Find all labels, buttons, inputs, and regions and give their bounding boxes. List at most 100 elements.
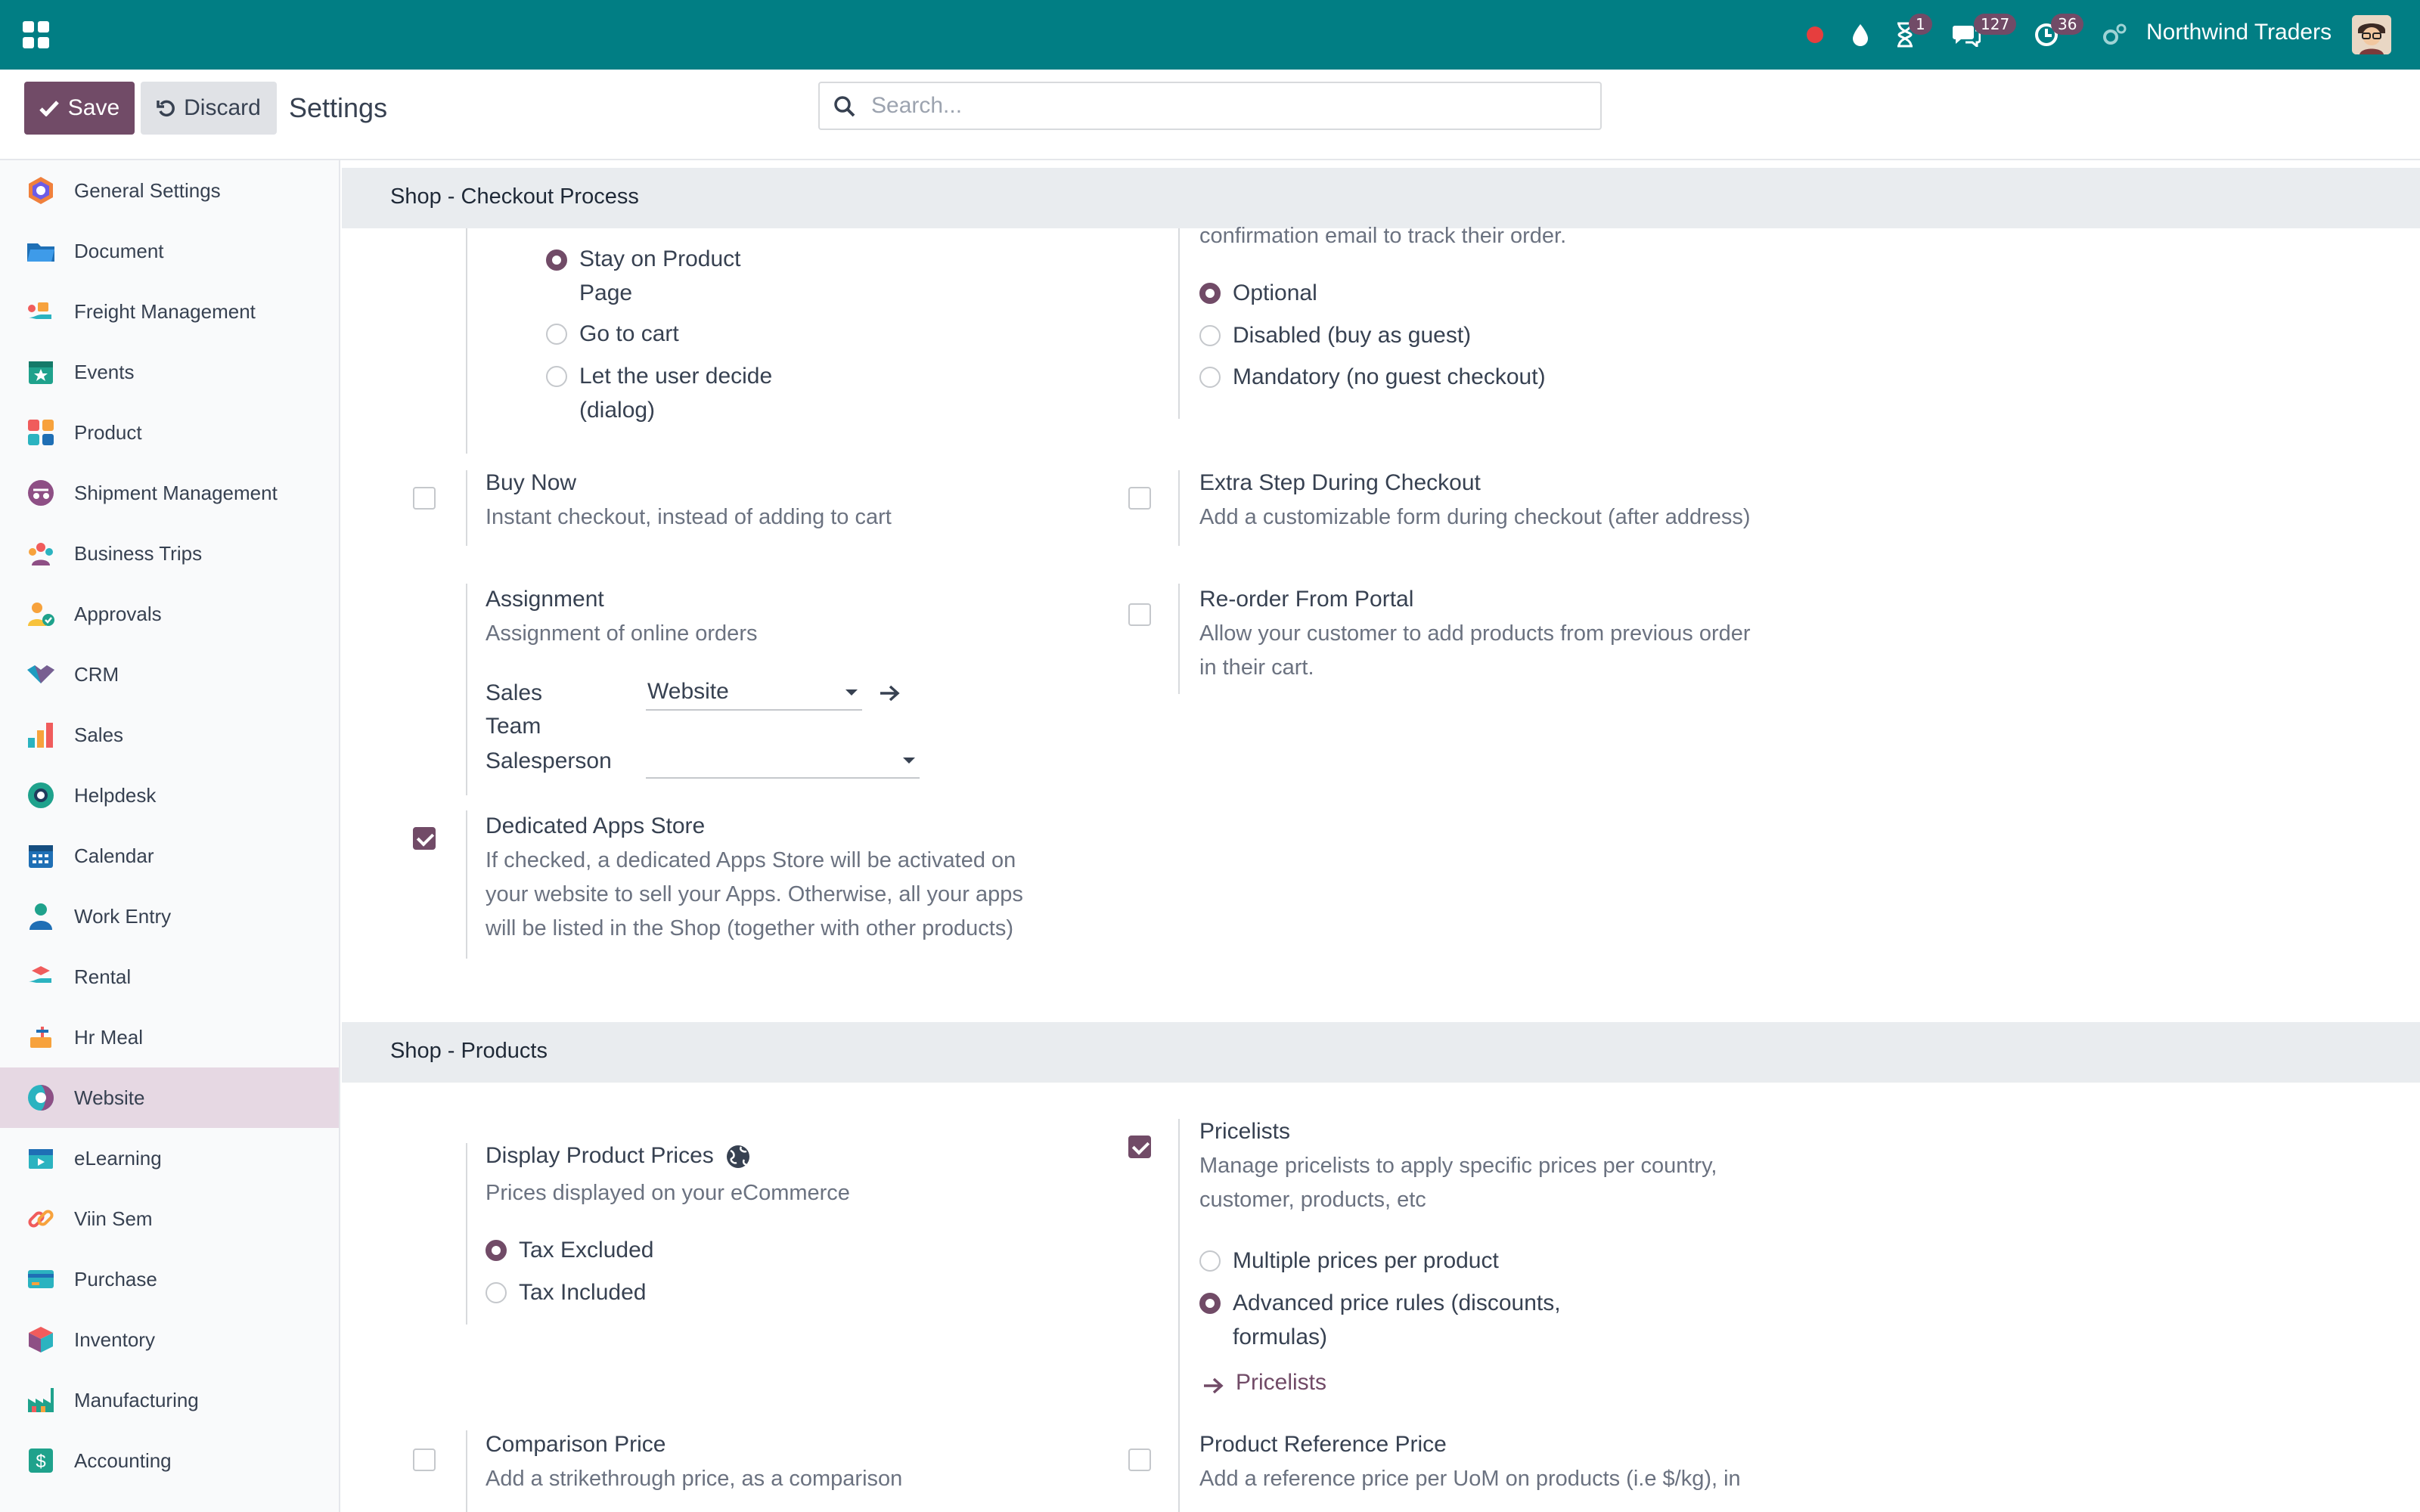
- divider: [466, 470, 467, 546]
- extra-step-description: Add a customizable form during checkout …: [1199, 505, 1751, 529]
- sidebar-item-document[interactable]: Document: [0, 221, 339, 281]
- sidebar-item-calendar[interactable]: Calendar: [0, 826, 339, 886]
- divider: [1178, 1119, 1180, 1512]
- search-input[interactable]: [871, 83, 1582, 129]
- approval-icon: [28, 603, 54, 626]
- reference-price-checkbox[interactable]: [1128, 1448, 1151, 1471]
- company-name[interactable]: Northwind Traders: [2146, 20, 2332, 45]
- divider: [466, 584, 467, 795]
- display-prices-description: Prices displayed on your eCommerce: [486, 1181, 850, 1205]
- buy-now-title: Buy Now: [486, 470, 577, 495]
- accounting-icon: $: [29, 1448, 53, 1473]
- sidebar-item-viin-sem[interactable]: Viin Sem: [0, 1188, 339, 1249]
- sidebar-item-rental[interactable]: Rental: [0, 947, 339, 1007]
- sidebar-item-events[interactable]: Events: [0, 342, 339, 402]
- sidebar-item-accounting[interactable]: $ Accounting: [0, 1430, 339, 1491]
- gears-icon[interactable]: [2099, 18, 2130, 51]
- messages-icon[interactable]: 127: [1951, 14, 2017, 51]
- comparison-price-title: Comparison Price: [486, 1432, 666, 1457]
- sidebar-item-elearning[interactable]: eLearning: [0, 1128, 339, 1188]
- sidebar-item-shipment-management[interactable]: Shipment Management: [0, 463, 339, 523]
- reference-price-title: Product Reference Price: [1199, 1432, 1447, 1457]
- sidebar-item-crm[interactable]: CRM: [0, 644, 339, 705]
- reorder-description: Allow your customer to add products from…: [1199, 621, 1751, 646]
- option-label: Tax Included: [519, 1280, 647, 1305]
- drop-icon[interactable]: [1848, 18, 1872, 51]
- messages-count-badge: 127: [1974, 14, 2017, 35]
- activity-hourglass-icon[interactable]: 1: [1892, 14, 1932, 51]
- radio-let-user-decide[interactable]: [546, 366, 567, 387]
- discard-button-label: Discard: [184, 95, 261, 120]
- folder-icon: [27, 243, 54, 262]
- extra-step-checkbox[interactable]: [1128, 487, 1151, 510]
- signin-description: confirmation email to track their order.: [1199, 224, 1567, 248]
- divider: [466, 1143, 467, 1325]
- radio-multiple-prices-per-product[interactable]: [1199, 1250, 1221, 1272]
- sidebar-item-purchase[interactable]: Purchase: [0, 1249, 339, 1309]
- sales-team-label: Sales: [486, 680, 543, 705]
- sidebar-item-sales[interactable]: Sales: [0, 705, 339, 765]
- option-label: Let the user decide: [579, 364, 773, 389]
- rental-icon: [29, 966, 51, 983]
- undo-icon: [157, 100, 175, 117]
- extra-step-title: Extra Step During Checkout: [1199, 470, 1481, 495]
- general-settings-icon: [29, 177, 53, 204]
- sidebar-item-approvals[interactable]: Approvals: [0, 584, 339, 644]
- timesheet-clock-icon[interactable]: 36: [2033, 14, 2084, 51]
- apps-store-description: will be listed in the Shop (together wit…: [486, 916, 1013, 940]
- sidebar-item-website[interactable]: Website: [0, 1067, 339, 1128]
- sidebar-item-freight-management[interactable]: Freight Management: [0, 281, 339, 342]
- globe-icon: [724, 1143, 752, 1170]
- reference-price-description: Add a reference price per UoM on product…: [1199, 1467, 1741, 1491]
- shipment-icon: [28, 480, 54, 506]
- search-box[interactable]: [818, 82, 1602, 130]
- radio-tax-included[interactable]: [486, 1282, 507, 1303]
- assignment-description: Assignment of online orders: [486, 621, 758, 646]
- comparison-price-checkbox[interactable]: [413, 1448, 436, 1471]
- user-avatar[interactable]: [2352, 15, 2391, 54]
- box-icon: [29, 1327, 53, 1352]
- salesperson-select[interactable]: [646, 745, 920, 779]
- record-icon[interactable]: [1803, 18, 1827, 51]
- freight-icon: [28, 302, 51, 319]
- save-button[interactable]: Save: [24, 82, 135, 135]
- radio-advanced-price-rules[interactable]: [1199, 1293, 1221, 1314]
- radio-tax-excluded[interactable]: [486, 1240, 507, 1261]
- sidebar-item-manufacturing[interactable]: Manufacturing: [0, 1370, 339, 1430]
- radio-go-to-cart[interactable]: [546, 324, 567, 345]
- apps-store-checkbox[interactable]: [413, 827, 436, 850]
- radio-signin-mandatory[interactable]: [1199, 367, 1221, 388]
- reorder-checkbox[interactable]: [1128, 603, 1151, 626]
- buy-now-description: Instant checkout, instead of adding to c…: [486, 505, 892, 529]
- timesheet-count-badge: 36: [2051, 14, 2084, 35]
- pricelists-link[interactable]: Pricelists: [1236, 1370, 1326, 1396]
- radio-signin-optional[interactable]: [1199, 283, 1221, 304]
- pricelists-description: Manage pricelists to apply specific pric…: [1199, 1154, 1717, 1178]
- control-panel: Save Discard Settings: [0, 70, 2420, 160]
- sidebar-item-work-entry[interactable]: Work Entry: [0, 886, 339, 947]
- bar-chart-icon: [28, 723, 53, 748]
- option-label: Optional: [1233, 280, 1317, 305]
- sidebar-item-helpdesk[interactable]: Helpdesk: [0, 765, 339, 826]
- apps-store-description: If checked, a dedicated Apps Store will …: [486, 848, 1016, 872]
- activity-count-badge: 1: [1909, 14, 1932, 35]
- pricelists-checkbox[interactable]: [1128, 1136, 1151, 1158]
- sidebar-item-business-trips[interactable]: Business Trips: [0, 523, 339, 584]
- option-label: (dialog): [579, 398, 656, 423]
- discard-button[interactable]: Discard: [141, 82, 277, 135]
- radio-stay-on-product-page[interactable]: [546, 249, 567, 271]
- sales-team-label: Team: [486, 714, 541, 739]
- settings-sidebar: General Settings Document Freight Manage…: [0, 160, 340, 1512]
- search-icon: [834, 96, 855, 117]
- sidebar-item-product[interactable]: Product: [0, 402, 339, 463]
- radio-signin-disabled[interactable]: [1199, 325, 1221, 346]
- buy-now-checkbox[interactable]: [413, 487, 436, 510]
- sidebar-item-general-settings[interactable]: General Settings: [0, 160, 339, 221]
- comparison-price-description: Add a strikethrough price, as a comparis…: [486, 1467, 903, 1491]
- sales-team-select[interactable]: Website: [646, 677, 862, 711]
- sidebar-item-hr-meal[interactable]: Hr Meal: [0, 1007, 339, 1067]
- divider: [1178, 470, 1180, 546]
- internal-link-arrow-icon[interactable]: [879, 683, 901, 703]
- app-menu-icon[interactable]: [23, 21, 50, 48]
- sidebar-item-inventory[interactable]: Inventory: [0, 1309, 339, 1370]
